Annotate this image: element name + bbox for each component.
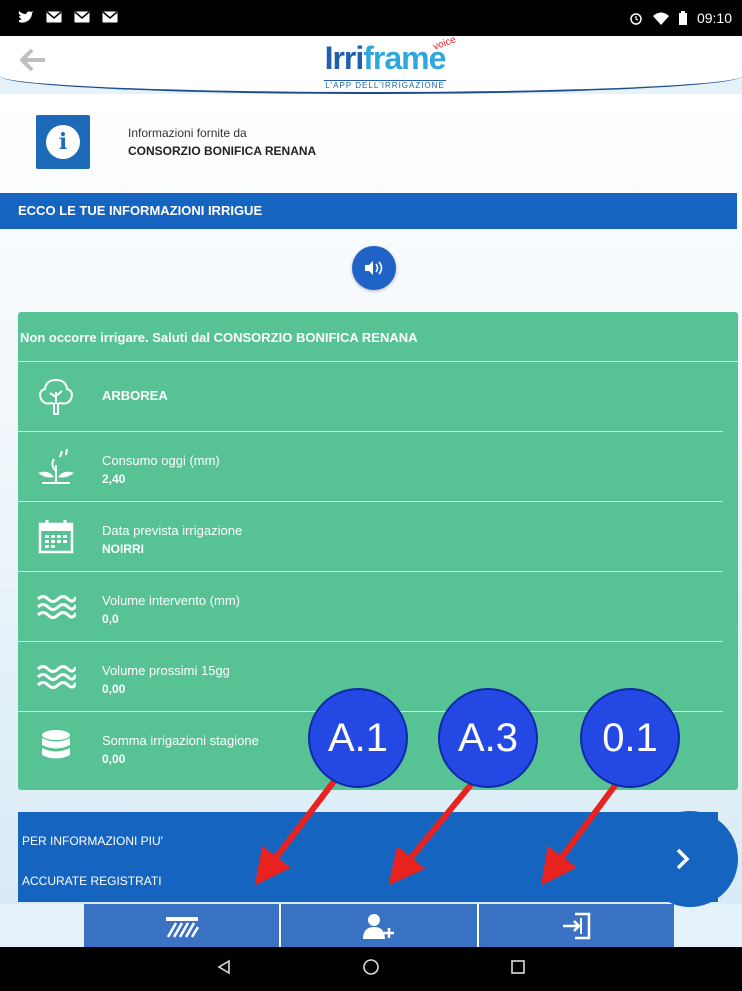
irrigation-date-value: NOIRRI	[102, 542, 144, 556]
mail-icon	[74, 11, 90, 25]
sprout-icon	[36, 447, 76, 487]
logo-tagline: L'APP DELL'IRRIGAZIONE	[324, 80, 446, 90]
bottom-toolbar	[84, 904, 674, 947]
tab-fields[interactable]	[84, 904, 282, 947]
tree-icon	[36, 377, 76, 417]
water-waves-icon	[36, 657, 78, 697]
water-waves-icon	[36, 587, 78, 627]
android-nav-bar	[0, 947, 742, 991]
irrigation-date-label: Data prevista irrigazione	[102, 523, 243, 538]
annotation-01: 0.1	[580, 688, 680, 788]
system-icons: 09:10	[629, 10, 732, 26]
mail-icon	[46, 11, 62, 25]
crop-row: ARBOREA	[18, 362, 723, 432]
annotation-a1: A.1	[308, 688, 408, 788]
volume-label: Volume intervento (mm)	[102, 593, 240, 608]
volume-value: 0,0	[102, 612, 119, 626]
info-row-volume: Volume intervento (mm) 0,0	[18, 572, 723, 642]
mail-icon	[102, 11, 118, 25]
irrigation-message: Non occorre irrigare. Saluti dal CONSORZ…	[18, 312, 738, 362]
recents-square-icon[interactable]	[510, 959, 526, 980]
back-triangle-icon[interactable]	[216, 959, 232, 980]
speaker-button[interactable]	[352, 246, 396, 290]
back-arrow-icon[interactable]	[19, 46, 50, 76]
volume-15gg-value: 0,00	[102, 682, 126, 696]
speaker-icon	[365, 261, 383, 275]
info-provider: i Informazioni fornite da CONSORZIO BONI…	[36, 112, 316, 172]
register-banner[interactable]: PER INFORMAZIONI PIU' ACCURATE REGISTRAT…	[18, 812, 718, 902]
login-icon	[563, 912, 591, 939]
register-next-button[interactable]	[642, 811, 738, 907]
tab-login[interactable]	[479, 904, 674, 947]
alarm-icon	[629, 11, 643, 25]
info-organization: CONSORZIO BONIFICA RENANA	[128, 144, 317, 158]
clock-time: 09:10	[696, 10, 732, 26]
wifi-icon	[652, 12, 669, 25]
tab-add-user[interactable]	[281, 904, 479, 947]
register-line2: ACCURATE REGISTRATI	[22, 874, 162, 888]
add-user-icon	[362, 913, 394, 939]
field-icon	[165, 916, 199, 938]
calendar-icon	[36, 517, 76, 557]
battery-icon	[678, 11, 687, 25]
home-circle-icon[interactable]	[362, 958, 380, 981]
status-bar: 09:10	[0, 0, 742, 36]
info-row-date: Data prevista irrigazione NOIRRI	[18, 502, 723, 572]
chevron-right-icon	[676, 848, 690, 870]
volume-15gg-label: Volume prossimi 15gg	[102, 663, 230, 678]
twitter-icon	[18, 11, 34, 25]
info-icon: i	[36, 115, 90, 169]
app-logo: Irriframe voice L'APP DELL'IRRIGAZIONE	[310, 34, 460, 90]
season-sum-label: Somma irrigazioni stagione	[102, 733, 259, 748]
register-line1: PER INFORMAZIONI PIU'	[22, 834, 163, 848]
database-icon	[36, 727, 76, 767]
crop-name: ARBOREA	[102, 388, 168, 403]
consumption-value: 2,40	[102, 472, 126, 486]
info-row-consumption: Consumo oggi (mm) 2,40	[18, 432, 723, 502]
notification-icons	[18, 11, 118, 25]
annotation-a3: A.3	[438, 688, 538, 788]
section-title: ECCO LE TUE INFORMAZIONI IRRIGUE	[0, 193, 737, 229]
app-header: Irriframe voice L'APP DELL'IRRIGAZIONE	[0, 34, 742, 94]
season-sum-value: 0,00	[102, 752, 126, 766]
info-provided-by: Informazioni fornite da	[128, 126, 247, 140]
consumption-label: Consumo oggi (mm)	[102, 453, 220, 468]
